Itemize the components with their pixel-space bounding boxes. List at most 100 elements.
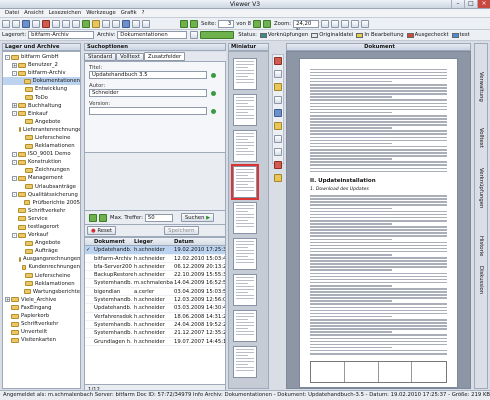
tree-item[interactable]: Reklamationen: [3, 280, 80, 288]
tree-expander-icon[interactable]: -: [5, 54, 10, 60]
zoom-out-icon[interactable]: [331, 19, 340, 28]
open-icon[interactable]: [12, 19, 20, 28]
menu-datei[interactable]: Datei: [5, 10, 19, 16]
table-row[interactable]: Systemhandb. m.schmalenbac 14.04.2009 16:5…: [85, 279, 225, 288]
col-check[interactable]: [85, 238, 93, 245]
tree-expander-icon[interactable]: -: [12, 70, 17, 76]
page-thumbnail[interactable]: [233, 58, 257, 90]
tree-item[interactable]: - ISO_9001 Demo: [3, 150, 80, 158]
tree-expander-icon[interactable]: +: [5, 297, 10, 303]
tree-item[interactable]: Schriftverkehr: [3, 320, 80, 328]
tree-expander-icon[interactable]: -: [12, 232, 17, 238]
last-page-icon[interactable]: [263, 19, 272, 28]
tree-item[interactable]: Reklamationen: [3, 142, 80, 150]
fit-page-icon[interactable]: [341, 19, 350, 28]
tree-item[interactable]: - bitfarm GmbH: [3, 53, 80, 61]
autor-input[interactable]: Schneider: [89, 89, 207, 97]
reset-button[interactable]: ● Reset: [87, 226, 117, 235]
table-row[interactable]: bitfarm-Archiv h.schneider 12.02.2010 15:0…: [85, 255, 225, 263]
page-thumbnail[interactable]: [233, 130, 257, 162]
tool-rect-icon[interactable]: [274, 148, 282, 156]
prev-page-icon[interactable]: [190, 19, 198, 28]
first-page-icon[interactable]: [180, 19, 188, 28]
tool-text-icon[interactable]: [274, 96, 282, 104]
tree-expander-icon[interactable]: -: [12, 175, 17, 181]
tree-item[interactable]: + Buchhaltung: [3, 102, 80, 110]
tab-verknuepfungen[interactable]: Verknüpfungen: [478, 168, 484, 208]
col-dokument[interactable]: Dokument: [93, 238, 133, 245]
properties-icon[interactable]: [132, 19, 140, 28]
page-thumbnail[interactable]: [233, 238, 257, 270]
tool-line-icon[interactable]: [274, 135, 282, 143]
tree-item[interactable]: + Benutzer_2: [3, 61, 80, 69]
table-row[interactable]: BackupRestore h.schneider 22.10.2009 15:55…: [85, 271, 225, 280]
tree-item[interactable]: Dokumentationen: [3, 77, 80, 86]
tool-search-icon[interactable]: [274, 174, 282, 182]
menu-werkzeuge[interactable]: Werkzeuge: [86, 10, 115, 16]
filter-icon[interactable]: [190, 31, 199, 39]
delete-icon[interactable]: [42, 19, 50, 28]
tab-zusatzfelder[interactable]: Zusatzfelder: [143, 52, 186, 61]
page-thumbnail[interactable]: [233, 274, 257, 306]
tab-volltext[interactable]: Volltext: [116, 52, 144, 61]
search-prev-icon[interactable]: [89, 213, 97, 222]
link-icon[interactable]: [122, 19, 130, 28]
new-icon[interactable]: [2, 19, 10, 28]
tree-item[interactable]: Aufträge: [3, 247, 80, 255]
close-button[interactable]: ×: [477, 0, 490, 8]
version-input[interactable]: [89, 107, 207, 115]
archiv-select[interactable]: Dokumentationen: [117, 31, 188, 39]
page-thumbnail[interactable]: [233, 310, 257, 342]
zoom-input[interactable]: 24,20 %: [293, 19, 320, 34]
tab-diskussion[interactable]: Diskussion: [478, 266, 484, 294]
table-row[interactable]: Verfahrensdok. h.schneider 18.06.2008 14:3…: [85, 313, 225, 321]
copy-icon[interactable]: [62, 19, 70, 28]
rotate-left-icon[interactable]: [351, 19, 360, 28]
tab-verwaltung[interactable]: Verwaltung: [478, 72, 484, 102]
export-icon[interactable]: [112, 19, 120, 28]
next-page-icon[interactable]: [253, 19, 262, 28]
tree-item[interactable]: - Einkauf: [3, 110, 80, 118]
table-row[interactable]: bigendian a.cerler 03.04.2009 15:03:59: [85, 288, 225, 297]
page-thumbnail[interactable]: [231, 164, 259, 200]
tool-stamp-icon[interactable]: [274, 109, 282, 117]
tree-item[interactable]: FaxEingang: [3, 304, 80, 312]
tree-item[interactable]: - Verkauf: [3, 231, 80, 239]
tree-expander-icon[interactable]: -: [12, 151, 17, 157]
menu-lesezeichen[interactable]: Lesezeichen: [49, 10, 82, 16]
tree-item[interactable]: Prüfberichte 2005: [3, 199, 80, 207]
tree-expander-icon[interactable]: -: [12, 192, 17, 198]
checkout-icon[interactable]: [92, 19, 100, 28]
tree-item[interactable]: Kundenrechnungen: [3, 263, 80, 271]
scan-icon[interactable]: [22, 19, 30, 28]
max-treffer-select[interactable]: 50: [144, 213, 173, 222]
maximize-button[interactable]: □: [464, 0, 477, 8]
tree-item[interactable]: - Management: [3, 174, 80, 182]
table-row[interactable]: Systemhandb. h.schneider 24.04.2008 19:52:…: [85, 321, 225, 330]
tree-expander-icon[interactable]: +: [12, 103, 17, 109]
tree-item[interactable]: Angebote: [3, 239, 80, 247]
tree-item[interactable]: Papierkorb: [3, 312, 80, 320]
tree-item[interactable]: Service: [3, 215, 80, 223]
rotate-right-icon[interactable]: [361, 19, 370, 28]
col-datum[interactable]: Datum: [173, 238, 225, 245]
tree-item[interactable]: Zeichnungen: [3, 166, 80, 174]
table-row[interactable]: ✓ Updatehandb. h.schneider 19.02.2010 17:25…: [85, 246, 225, 255]
minimize-button[interactable]: –: [451, 0, 464, 8]
tree-item[interactable]: Lieferscheine: [3, 272, 80, 280]
tree-item[interactable]: Lieferscheine: [3, 134, 80, 142]
tool-select-icon[interactable]: [274, 57, 282, 65]
tree-item[interactable]: Lieferantenrechnungen: [3, 126, 80, 134]
tree-item[interactable]: + Viele_Archive: [3, 296, 80, 304]
tree-item[interactable]: - Konstruktion: [3, 158, 80, 166]
menu-grafik[interactable]: Grafik: [121, 10, 137, 16]
tab-historie[interactable]: Historie: [478, 236, 484, 256]
table-row[interactable]: Grundlagen h. h.schneider 19.07.2007 14:45…: [85, 338, 225, 346]
tab-volltext-side[interactable]: Volltext: [478, 128, 484, 148]
tool-pan-icon[interactable]: [274, 70, 282, 78]
tree-item[interactable]: ToDo: [3, 93, 80, 101]
tree-expander-icon[interactable]: -: [12, 111, 17, 117]
refresh-icon[interactable]: [142, 19, 150, 28]
table-row[interactable]: Systemhandb. h.schneider 21.12.2007 12:35:…: [85, 329, 225, 338]
search-button[interactable]: Suchen ▶: [180, 213, 215, 222]
